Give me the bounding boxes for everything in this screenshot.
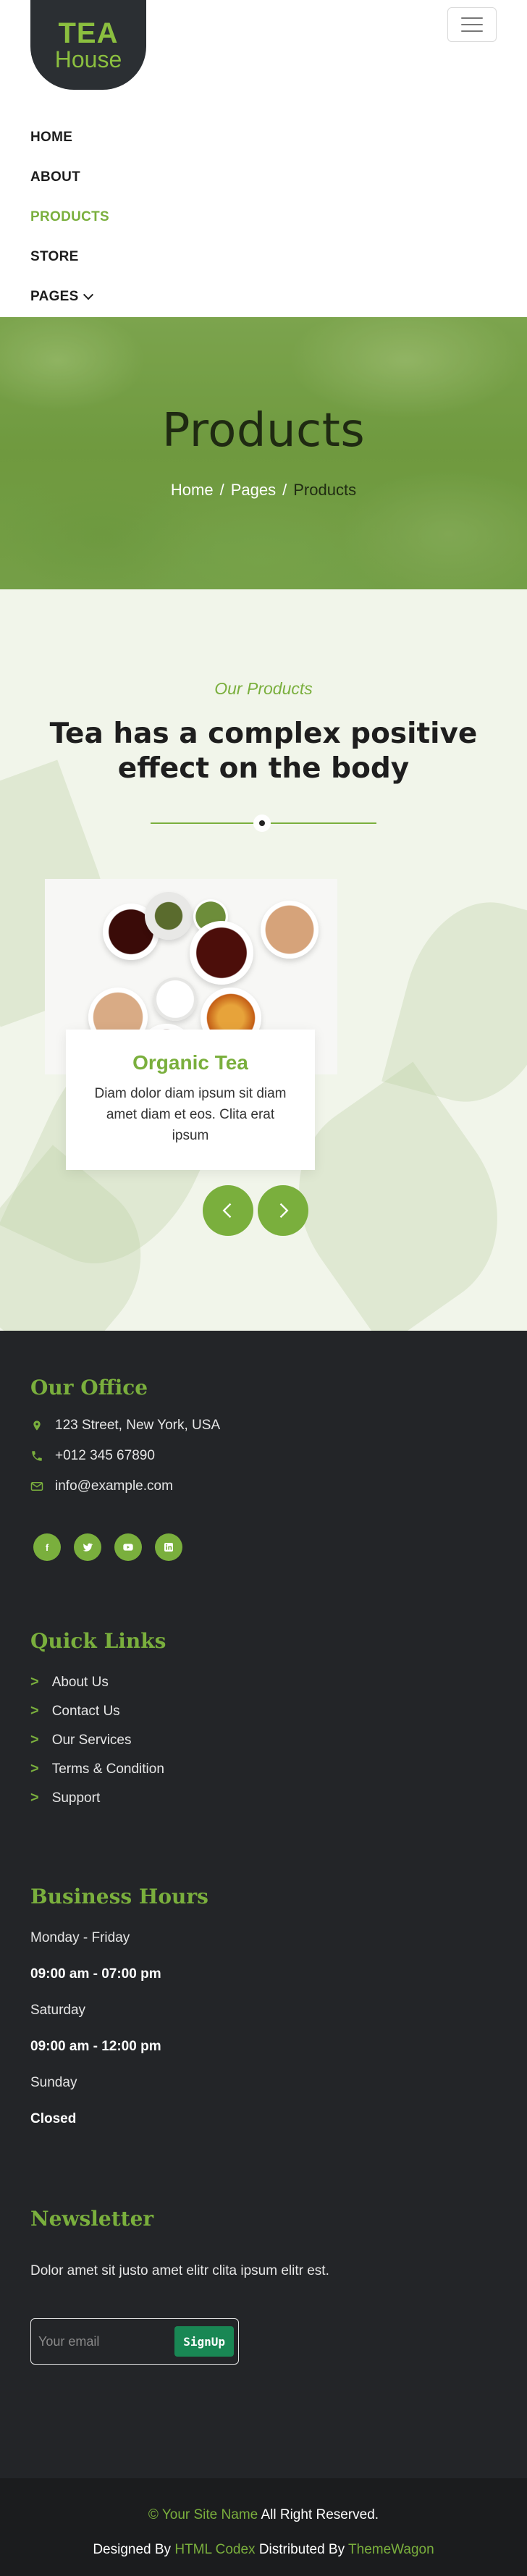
page-header-hero: Products Home / Pages / Products [0,317,527,589]
office-email: info@example.com [30,1478,173,1494]
nav-item-products[interactable]: PRODUCTS [30,197,109,237]
chevron-down-icon [83,289,93,300]
logo-text-bottom: House [54,46,122,72]
product-card[interactable]: Organic Tea Diam dolor diam ipsum sit di… [66,1030,315,1170]
office-email-text: info@example.com [55,1478,173,1494]
footer-quick-links-heading: Quick Links [30,1629,166,1653]
breadcrumb: Home / Pages / Products [170,481,357,499]
quick-link-label: Contact Us [51,1703,120,1719]
credits-line: Designed By HTML Codex Distributed By Th… [0,2542,527,2558]
hamburger-icon-line [461,30,483,32]
youtube-icon[interactable] [114,1533,142,1561]
newsletter-email-input[interactable] [38,2329,169,2354]
tea-cup [190,921,253,985]
newsletter-form: SignUp [30,2318,239,2365]
milk-jug [153,977,197,1021]
footer-office-heading: Our Office [30,1376,148,1399]
nav-item-pages[interactable]: PAGES [30,277,109,316]
hamburger-icon-line [461,17,483,19]
chevron-left-icon [222,1203,232,1218]
newsletter-text: Dolor amet sit justo amet elitr clita ip… [30,2263,329,2278]
office-address: 123 Street, New York, USA [30,1418,220,1434]
chevron-right-icon: > [30,1790,39,1806]
carousel-prev-button[interactable] [203,1185,253,1236]
breadcrumb-current: Products [293,481,357,499]
quick-link-label: About Us [51,1674,109,1690]
hours-time: Closed [30,2111,77,2126]
chevron-right-icon: > [30,1674,39,1690]
signup-button[interactable]: SignUp [174,2326,234,2357]
leaf-decoration [381,885,527,1119]
office-address-text: 123 Street, New York, USA [55,1418,221,1433]
footer-hours-heading: Business Hours [30,1885,208,1908]
nav-menu: HOME ABOUT PRODUCTS STORE PAGES [30,117,109,316]
distributed-by-text: Distributed By [255,2542,349,2557]
rights-text: All Right Reserved. [258,2507,379,2522]
nav-item-home[interactable]: HOME [30,117,109,157]
designed-by-text: Designed By [93,2542,175,2557]
envelope-icon [30,1480,43,1493]
menu-toggle-button[interactable] [447,7,497,42]
quick-link-label: Our Services [51,1732,132,1748]
chevron-right-icon: > [30,1761,39,1777]
hours-time: 09:00 am - 07:00 pm [30,1966,161,1982]
chevron-right-icon: > [30,1732,39,1748]
milk-tea-cup [261,901,319,959]
quick-link-terms[interactable]: > Terms & Condition [30,1761,164,1777]
quick-link-contact[interactable]: > Contact Us [30,1703,120,1720]
page-title: Products [161,404,366,458]
product-card-title: Organic Tea [132,1051,248,1074]
hours-day: Sunday [30,2075,77,2090]
copyright-line: © Your Site Name All Right Reserved. [0,2507,527,2523]
footer-newsletter-heading: Newsletter [30,2207,154,2231]
copyright-bar: © Your Site Name All Right Reserved. Des… [0,2478,527,2576]
hours-day: Monday - Friday [30,1930,130,1945]
hours-time: 09:00 am - 12:00 pm [30,2039,161,2054]
hamburger-icon-line [461,24,483,25]
facebook-icon[interactable]: f [33,1533,61,1561]
quick-link-services[interactable]: > Our Services [30,1732,132,1748]
chevron-right-icon: > [30,1703,39,1719]
section-title: Tea has a complex positive effect on the… [49,717,478,785]
breadcrumb-home[interactable]: Home [171,481,214,499]
section-subtitle: Our Products [214,679,313,698]
hours-day: Saturday [30,2003,86,2018]
linkedin-icon[interactable] [155,1533,182,1561]
nav-item-store[interactable]: STORE [30,237,109,277]
office-phone: +012 345 67890 [30,1448,155,1464]
products-section: Our Products Tea has a complex positive … [0,589,527,1331]
breadcrumb-pages[interactable]: Pages [231,481,276,499]
themewagon-link[interactable]: ThemeWagon [348,2542,434,2557]
footer: Our Office 123 Street, New York, USA +01… [0,1331,527,2478]
chevron-right-icon [279,1203,289,1218]
quick-link-label: Support [51,1790,101,1806]
navbar: TEA House HOME ABOUT PRODUCTS STORE PAGE… [0,0,527,317]
logo-text-top: TEA [58,17,119,49]
office-phone-text: +012 345 67890 [55,1448,155,1463]
site-name-link[interactable]: © Your Site Name [148,2507,258,2522]
carousel-next-button[interactable] [258,1185,308,1236]
nav-item-about[interactable]: ABOUT [30,157,109,197]
quick-link-label: Terms & Condition [51,1761,164,1777]
tea-bowl [145,892,193,940]
html-codex-link[interactable]: HTML Codex [174,2542,255,2557]
nav-item-pages-label: PAGES [30,288,79,304]
quick-link-about[interactable]: > About Us [30,1674,109,1691]
brand-logo[interactable]: TEA House [30,0,146,90]
quick-link-support[interactable]: > Support [30,1790,100,1806]
twitter-icon[interactable] [74,1533,101,1561]
product-card-text: Diam dolor diam ipsum sit diam amet diam… [94,1086,287,1143]
map-marker-icon [30,1419,43,1432]
divider-dot [253,815,271,832]
phone-icon [30,1449,43,1462]
